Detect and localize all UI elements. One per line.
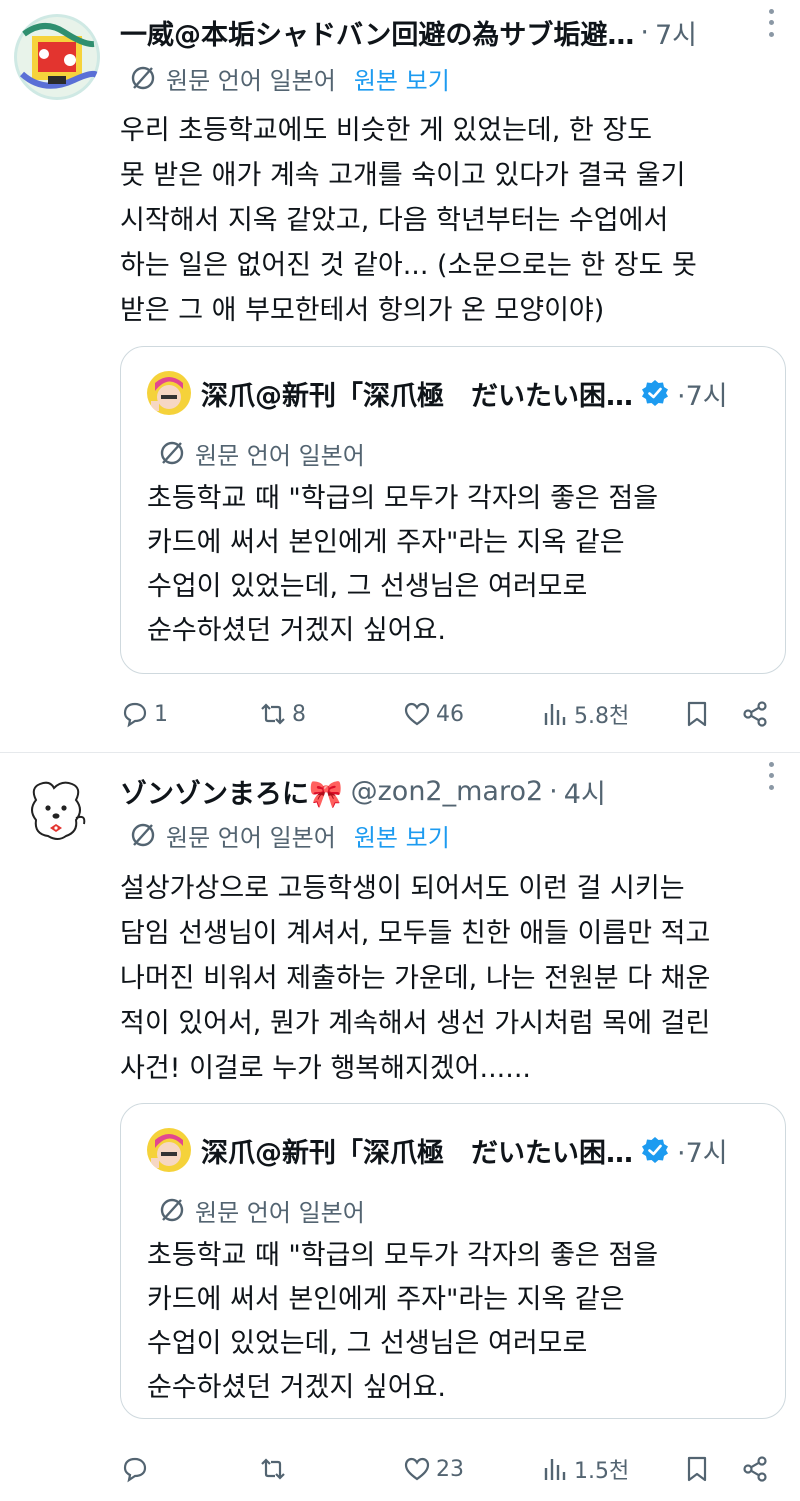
post-text: 설상가상으로 고등학생이 되어서도 이런 걸 시키는 담임 선생님이 계셔서, … [120, 866, 770, 1091]
post-text-line: 사건! 이걸로 누가 행복해지겠어...... [120, 1053, 531, 1084]
verified-badge-icon [642, 1137, 668, 1163]
quoted-text-line: 초등학교 때 "학급의 모두가 각자의 좋은 점을 [147, 483, 659, 514]
share-button[interactable] [740, 1449, 774, 1489]
post-text-line: 설상가상으로 고등학생이 되어서도 이런 걸 시키는 [120, 873, 685, 904]
avatar[interactable] [14, 770, 100, 856]
share-icon [743, 1456, 767, 1482]
translate-globe-icon [160, 1198, 184, 1222]
like-button[interactable]: 23 [402, 1449, 464, 1489]
quoted-text-line: 수업이 있었는데, 그 선생님은 여러모로 [147, 571, 588, 602]
reply-button[interactable] [120, 1449, 154, 1489]
bookmark-icon [687, 701, 707, 727]
avatar[interactable] [14, 14, 100, 100]
quoted-post[interactable]: 深爪@新刊「深爪極 だいたい困… ·7시 원문 언어 일본어 초등학교 때 "학… [120, 346, 786, 674]
post[interactable]: ゾンゾンまろに🎀 @zon2_maro2 · 4시 원문 언어 일본어 원본 보… [0, 753, 800, 1501]
post-text-line: 못 받은 애가 계속 고개를 숙이고 있다가 결국 울기 [120, 160, 686, 191]
share-button[interactable] [740, 694, 774, 734]
views-icon [544, 704, 566, 725]
verified-badge-icon [642, 380, 668, 406]
show-original-link[interactable]: 원본 보기 [354, 61, 450, 96]
post-text-line: 하는 일은 없어진 것 같아... (소문으로는 한 장도 못 [120, 250, 697, 281]
quoted-text-line: 카드에 써서 본인에게 주자"라는 지옥 같은 [147, 527, 625, 558]
author-handle[interactable]: @zon2_maro2 [351, 776, 544, 807]
quoted-timestamp: 7시 [685, 1137, 728, 1169]
bookmark-icon [687, 1456, 707, 1482]
post-text-line: 적이 있어서, 뭔가 계속해서 생선 가시처럼 목에 걸린 [120, 1008, 711, 1039]
like-button[interactable]: 46 [402, 694, 464, 734]
quoted-text-line: 수업이 있었는데, 그 선생님은 여러모로 [147, 1328, 588, 1359]
quoted-author-name[interactable]: 深爪@新刊「深爪極 だいたい困… [201, 1131, 633, 1170]
views-button[interactable]: 5.8천 [540, 694, 629, 734]
repost-icon [261, 1458, 285, 1480]
like-count: 46 [436, 701, 464, 727]
like-count: 23 [436, 1456, 464, 1482]
quoted-translation-row: 원문 언어 일본어 [157, 435, 365, 471]
post-text-line: 받은 그 애 부모한테서 항의가 온 모양이야) [120, 295, 605, 326]
quoted-header: 深爪@新刊「深爪極 だいたい困… ·7시 [147, 371, 728, 415]
timestamp[interactable]: 4시 [564, 772, 606, 811]
separator-dot: · [677, 1137, 686, 1169]
quoted-text: 초등학교 때 "학급의 모두가 각자의 좋은 점을 카드에 써서 본인에게 주자… [147, 477, 767, 653]
post-text-line: 시작해서 지옥 같았고, 다음 학년부터는 수업에서 [120, 205, 669, 236]
repost-button[interactable] [258, 1449, 292, 1489]
quoted-text-line: 순수하셨던 거겠지 싶어요. [147, 615, 446, 646]
reply-button[interactable]: 1 [120, 694, 168, 734]
views-icon [544, 1459, 566, 1480]
bookmark-button[interactable] [682, 694, 716, 734]
quoted-avatar[interactable] [147, 371, 191, 415]
repost-button[interactable]: 8 [258, 694, 306, 734]
views-button[interactable]: 1.5천 [540, 1449, 629, 1489]
quoted-header: 深爪@新刊「深爪極 だいたい困… ·7시 [147, 1128, 728, 1172]
translate-globe-icon [160, 441, 184, 465]
repost-icon [261, 703, 285, 725]
separator-dot: · [640, 16, 649, 48]
post-text-line: 우리 초등학교에도 비슷한 게 있었는데, 한 장도 [120, 115, 653, 146]
views-count: 1.5천 [574, 1459, 630, 1484]
post-text-line: 담임 선생님이 계셔서, 모두들 친한 애들 이름만 적고 [120, 918, 711, 949]
separator-dot: · [677, 380, 686, 412]
views-count: 5.8천 [574, 704, 630, 729]
post-text: 우리 초등학교에도 비슷한 게 있었는데, 한 장도 못 받은 애가 계속 고개… [120, 108, 770, 333]
quoted-text-line: 초등학교 때 "학급의 모두가 각자의 좋은 점을 [147, 1240, 659, 1271]
quoted-avatar[interactable] [147, 1128, 191, 1172]
separator-dot: · [549, 775, 558, 807]
show-original-link[interactable]: 원본 보기 [354, 818, 450, 853]
post[interactable]: 一威@本垢シャドバン回避の為サブ垢避… · 7시 원문 언어 일본어 원본 보기… [0, 0, 800, 752]
more-vertical-icon[interactable] [756, 759, 786, 793]
heart-icon [404, 1457, 430, 1481]
quoted-text-line: 카드에 써서 본인에게 주자"라는 지옥 같은 [147, 1284, 625, 1315]
timestamp[interactable]: 7시 [655, 13, 697, 52]
author-name[interactable]: ゾンゾンまろに🎀 [120, 772, 343, 811]
translation-row: 원문 언어 일본어 원본 보기 [128, 817, 450, 853]
post-text-line: 나머진 비워서 제출하는 가운데, 나는 전원분 다 채운 [120, 963, 711, 994]
quoted-author-name[interactable]: 深爪@新刊「深爪極 だいたい困… [201, 374, 633, 413]
translation-row: 원문 언어 일본어 원본 보기 [128, 60, 450, 96]
translation-note: 원문 언어 일본어 [195, 441, 365, 470]
quoted-translation-row: 원문 언어 일본어 [157, 1192, 365, 1228]
post-header: ゾンゾンまろに🎀 @zon2_maro2 · 4시 [120, 771, 780, 811]
author-name[interactable]: 一威@本垢シャドバン回避の為サブ垢避… [120, 13, 634, 52]
share-icon [743, 701, 767, 727]
translate-globe-icon [131, 823, 155, 847]
translate-globe-icon [131, 66, 155, 90]
translation-note: 원문 언어 일본어 [166, 66, 336, 95]
bookmark-button[interactable] [682, 1449, 716, 1489]
translation-note: 원문 언어 일본어 [166, 823, 336, 852]
action-bar: 1 8 46 5.8천 [120, 694, 780, 734]
quoted-timestamp: 7시 [685, 380, 728, 412]
action-bar: 23 1.5천 [120, 1449, 780, 1489]
quoted-text: 초등학교 때 "학급의 모두가 각자의 좋은 점을 카드에 써서 본인에게 주자… [147, 1234, 767, 1410]
quoted-text-line: 순수하셨던 거겠지 싶어요. [147, 1372, 446, 1403]
quoted-post[interactable]: 深爪@新刊「深爪極 だいたい困… ·7시 원문 언어 일본어 초등학교 때 "학… [120, 1103, 786, 1419]
translation-note: 원문 언어 일본어 [195, 1198, 365, 1227]
reply-count: 1 [154, 701, 168, 727]
repost-count: 8 [292, 701, 306, 727]
more-vertical-icon[interactable] [756, 6, 786, 40]
reply-icon [123, 1457, 147, 1483]
post-header: 一威@本垢シャドバン回避の為サブ垢避… · 7시 [120, 12, 780, 52]
heart-icon [404, 702, 430, 726]
reply-icon [123, 702, 147, 728]
